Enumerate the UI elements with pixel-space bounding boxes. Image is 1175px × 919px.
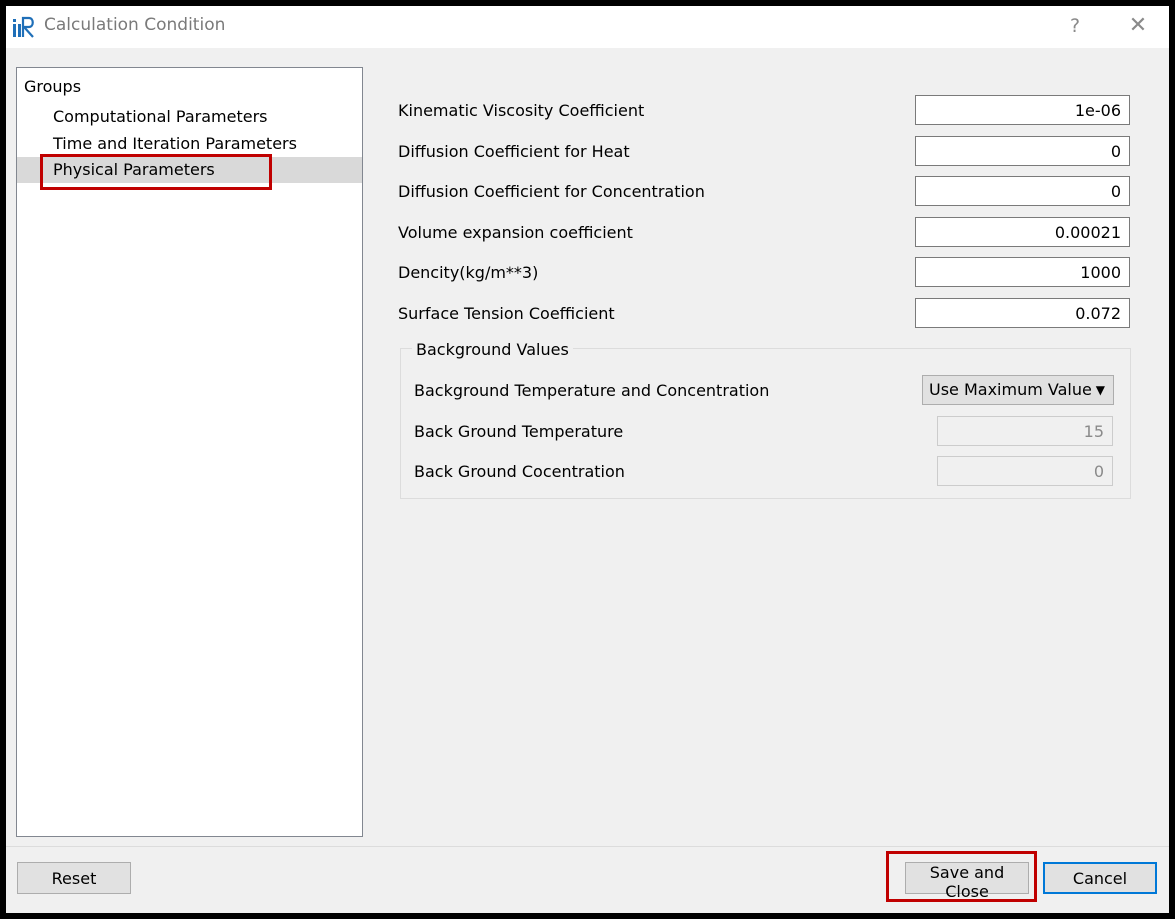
dropdown-arrow-icon: ▼ [1095, 383, 1105, 397]
density-input[interactable] [915, 257, 1130, 287]
field-label-diffusion-heat: Diffusion Coefficient for Heat [398, 142, 630, 161]
dialog-window: Calculation Condition ? ✕ Groups Computa… [0, 0, 1175, 919]
bottom-separator [6, 846, 1169, 847]
background-mode-value: Use Maximum Value [929, 380, 1092, 399]
window-title: Calculation Condition [44, 15, 226, 35]
field-label-background-temperature: Back Ground Temperature [414, 422, 624, 441]
background-concentration-input [937, 456, 1113, 486]
diffusion-heat-input[interactable] [915, 136, 1130, 166]
help-icon[interactable]: ? [1061, 12, 1089, 40]
field-label-diffusion-concentration: Diffusion Coefficient for Concentration [398, 182, 705, 201]
volume-expansion-input[interactable] [915, 217, 1130, 247]
field-label-kinematic-viscosity: Kinematic Viscosity Coefficient [398, 101, 645, 120]
reset-button[interactable]: Reset [17, 862, 131, 894]
highlight-box-save-and-close [886, 851, 1037, 902]
highlight-box-physical-parameters [40, 154, 272, 190]
field-label-surface-tension: Surface Tension Coefficient [398, 304, 615, 323]
diffusion-concentration-input[interactable] [915, 176, 1130, 206]
field-label-background-concentration: Back Ground Cocentration [414, 462, 625, 481]
iric-app-icon [13, 16, 34, 38]
background-mode-select[interactable]: Use Maximum Value ▼ [922, 375, 1114, 405]
background-values-title: Background Values [412, 340, 573, 359]
close-icon[interactable]: ✕ [1123, 12, 1153, 40]
kinematic-viscosity-input[interactable] [915, 95, 1130, 125]
field-label-background-mode: Background Temperature and Concentration [414, 381, 770, 400]
surface-tension-input[interactable] [915, 298, 1130, 328]
group-item-computational-parameters[interactable]: Computational Parameters [53, 107, 267, 126]
group-item-time-and-iteration-parameters[interactable]: Time and Iteration Parameters [53, 134, 297, 153]
groups-header: Groups [24, 77, 82, 96]
background-temperature-input [937, 416, 1113, 446]
cancel-button[interactable]: Cancel [1043, 862, 1157, 894]
field-label-density: Dencity(kg/m**3) [398, 263, 539, 282]
title-bar: Calculation Condition ? ✕ [6, 6, 1169, 48]
field-label-volume-expansion: Volume expansion coefficient [398, 223, 633, 242]
